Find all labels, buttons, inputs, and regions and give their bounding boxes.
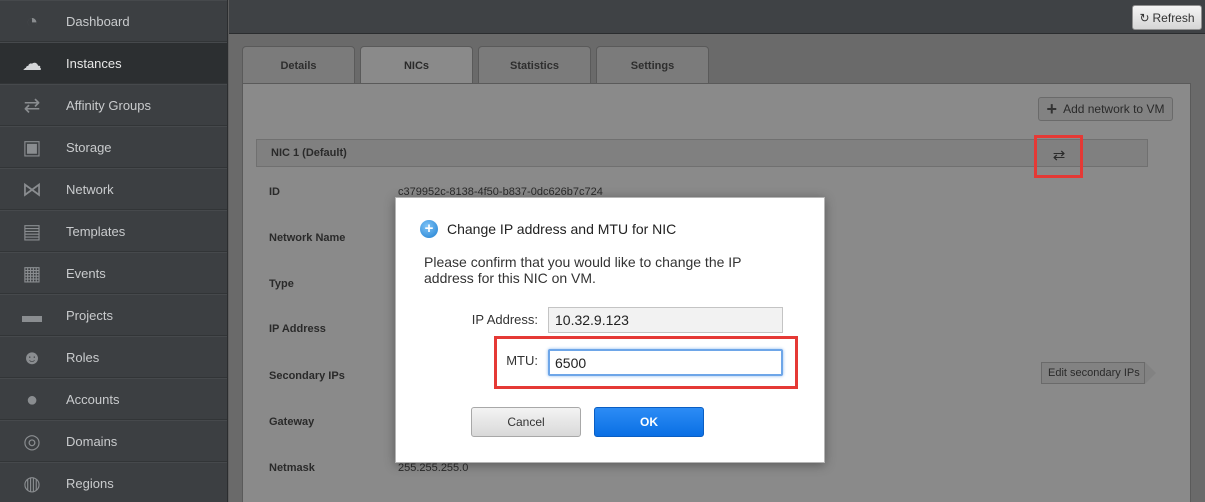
field-label-ip-address: IP Address <box>269 323 326 335</box>
plus-icon: + <box>1046 99 1058 119</box>
tab-details[interactable]: Details <box>242 46 355 84</box>
sidebar-item-affinity-groups[interactable]: ⇄ Affinity Groups <box>0 84 227 126</box>
sidebar-item-domains[interactable]: ◎ Domains <box>0 420 227 462</box>
cloud-icon: ☁ <box>22 53 42 75</box>
sidebar-item-projects[interactable]: ▬ Projects <box>0 294 227 336</box>
sidebar-item-label: Accounts <box>66 391 120 407</box>
ip-address-label: IP Address: <box>471 312 538 327</box>
top-bar: ↻ Refresh <box>229 0 1205 34</box>
folder-icon: ▬ <box>22 305 42 327</box>
field-value-netmask: 255.255.255.0 <box>398 462 469 474</box>
swap-highlight-box <box>1034 135 1083 178</box>
sidebar-item-storage[interactable]: ▣ Storage <box>0 126 227 168</box>
sidebar-item-label: Projects <box>66 307 113 323</box>
sidebar-item-accounts[interactable]: ● Accounts <box>0 378 227 420</box>
globe-icon: ◍ <box>23 473 41 495</box>
tab-statistics[interactable]: Statistics <box>478 46 591 84</box>
edit-secondary-ips-button[interactable]: Edit secondary IPs <box>1041 362 1156 384</box>
dialog-title-row: + Change IP address and MTU for NIC <box>420 220 676 238</box>
change-ip-dialog: + Change IP address and MTU for NIC Plea… <box>395 197 825 463</box>
sidebar-item-label: Instances <box>66 55 122 71</box>
calendar-icon: ▦ <box>22 263 42 285</box>
dashboard-icon: ◔ <box>25 11 39 33</box>
field-label-type: Type <box>269 278 294 290</box>
sidebar-item-label: Network <box>66 181 114 197</box>
sidebar-item-network[interactable]: ⋈ Network <box>0 168 227 210</box>
nic-header: NIC 1 (Default) <box>256 139 1148 167</box>
sidebar: ◔ Dashboard ☁ Instances ⇄ Affinity Group… <box>0 0 228 502</box>
tab-nics[interactable]: NICs <box>360 46 473 84</box>
templates-icon: ▤ <box>22 221 42 243</box>
ok-button[interactable]: OK <box>594 407 704 437</box>
sidebar-item-label: Storage <box>66 139 112 155</box>
field-label-id: ID <box>269 186 280 198</box>
mtu-highlight-box <box>494 336 798 389</box>
sidebar-item-label: Domains <box>66 433 118 449</box>
info-plus-icon: + <box>420 220 438 238</box>
sidebar-item-label: Templates <box>66 223 126 239</box>
affinity-icon: ⇄ <box>23 95 41 117</box>
roles-icon: ☻ <box>21 347 43 369</box>
sidebar-item-label: Dashboard <box>66 13 130 29</box>
dialog-message: Please confirm that you would like to ch… <box>424 254 742 286</box>
dialog-title: Change IP address and MTU for NIC <box>447 221 677 237</box>
sidebar-item-label: Roles <box>66 349 100 365</box>
sidebar-item-templates[interactable]: ▤ Templates <box>0 210 227 252</box>
sidebar-item-regions[interactable]: ◍ Regions <box>0 462 227 502</box>
tab-bar: Details NICs Statistics Settings <box>242 46 709 84</box>
field-label-gateway: Gateway <box>269 416 315 428</box>
domains-icon: ◎ <box>23 431 41 453</box>
tab-settings[interactable]: Settings <box>596 46 709 84</box>
cancel-button[interactable]: Cancel <box>471 407 581 437</box>
sidebar-item-label: Affinity Groups <box>66 97 152 113</box>
refresh-label: Refresh <box>1152 10 1195 25</box>
add-network-button[interactable]: + Add network to VM <box>1038 97 1173 121</box>
field-label-netmask: Netmask <box>269 462 315 474</box>
refresh-button[interactable]: ↻ Refresh <box>1132 5 1202 30</box>
network-icon: ⋈ <box>22 179 42 201</box>
field-label-secondary-ips: Secondary IPs <box>269 370 345 382</box>
sidebar-item-events[interactable]: ▦ Events <box>0 252 227 294</box>
sidebar-item-label: Events <box>66 265 106 281</box>
refresh-icon: ↻ <box>1139 10 1150 25</box>
add-network-label: Add network to VM <box>1063 102 1165 116</box>
sidebar-item-dashboard[interactable]: ◔ Dashboard <box>0 0 227 42</box>
field-label-network-name: Network Name <box>269 232 346 244</box>
user-icon: ● <box>25 389 39 411</box>
sidebar-item-instances[interactable]: ☁ Instances <box>0 42 227 84</box>
sidebar-item-roles[interactable]: ☻ Roles <box>0 336 227 378</box>
sidebar-item-label: Regions <box>66 475 114 491</box>
ip-address-input[interactable] <box>548 307 783 333</box>
storage-icon: ▣ <box>22 137 42 159</box>
